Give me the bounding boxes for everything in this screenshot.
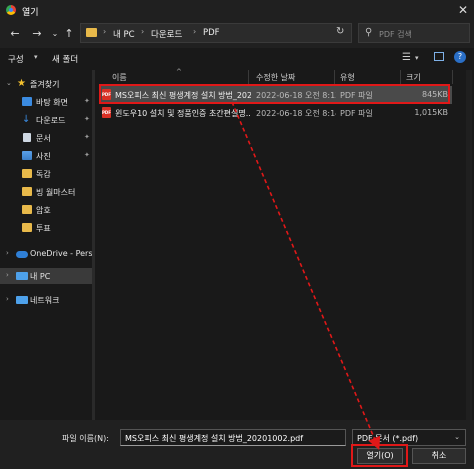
help-icon[interactable]: ? bbox=[454, 51, 466, 63]
search-icon: ⚲ bbox=[365, 27, 373, 38]
sidebar-item-folder[interactable]: 빙 월마스터 bbox=[0, 184, 92, 200]
sidebar-item-label: 문서 bbox=[36, 134, 51, 143]
column-header-type[interactable]: 유형 bbox=[340, 72, 355, 83]
filename-field[interactable]: MS오피스 최신 평생계정 설치 방법_20201002.pdf bbox=[120, 429, 346, 446]
column-divider[interactable] bbox=[334, 70, 335, 84]
title-bar: 열기 ✕ bbox=[0, 0, 474, 20]
pin-icon: ✦ bbox=[84, 151, 90, 159]
sidebar-item-label: 사진 bbox=[36, 152, 51, 161]
command-bar: 구성 ▾ 새 폴더 ☰ ▾ ? bbox=[0, 48, 474, 70]
filename-label: 파일 이름(N): bbox=[62, 434, 109, 443]
close-button[interactable]: ✕ bbox=[458, 3, 468, 17]
sidebar-item-pictures[interactable]: 사진 ✦ bbox=[0, 148, 92, 164]
sidebar-item-label: 바탕 화면 bbox=[36, 98, 68, 107]
expand-icon[interactable]: › bbox=[6, 271, 9, 279]
sidebar-item-this-pc[interactable]: › 내 PC bbox=[0, 268, 92, 284]
sort-ascending-icon: ^ bbox=[176, 68, 182, 76]
sidebar-item-label: 네트워크 bbox=[30, 296, 60, 305]
breadcrumb-pdf[interactable]: PDF bbox=[203, 28, 220, 38]
address-bar[interactable]: › 내 PC › 다운로드 › PDF ⌄ bbox=[80, 23, 408, 43]
column-header-name[interactable]: 이름 bbox=[112, 72, 127, 83]
sidebar-item-documents[interactable]: 문서 ✦ bbox=[0, 130, 92, 146]
sidebar-item-quick-access[interactable]: ⌄ ★ 즐겨찾기 bbox=[0, 76, 92, 92]
cloud-icon bbox=[16, 251, 28, 258]
sidebar-item-label: 독감 bbox=[36, 170, 51, 179]
new-folder-button[interactable]: 새 폴더 bbox=[52, 53, 78, 65]
pin-icon: ✦ bbox=[84, 97, 90, 105]
column-header-size[interactable]: 크기 bbox=[406, 72, 421, 83]
cancel-button[interactable]: 취소 bbox=[412, 448, 466, 464]
sidebar-item-folder[interactable]: 투표 bbox=[0, 220, 92, 236]
filename-value: MS오피스 최신 평생계정 설치 방법_20201002.pdf bbox=[125, 434, 304, 443]
file-row[interactable]: PDF 윈도우10 설치 및 정품인증 초간편설명... 2022-06-18 … bbox=[100, 104, 452, 122]
breadcrumb-separator: › bbox=[193, 27, 197, 36]
folder-icon bbox=[86, 28, 97, 37]
file-type: PDF 파일 bbox=[340, 109, 373, 118]
sidebar-item-desktop[interactable]: 바탕 화면 ✦ bbox=[0, 94, 92, 110]
sidebar-item-label: 빙 월마스터 bbox=[36, 188, 76, 197]
forward-button[interactable]: → bbox=[28, 25, 46, 43]
highlight-box-selected-file bbox=[99, 84, 450, 104]
search-box[interactable]: ⚲ PDF 검색 bbox=[358, 23, 470, 43]
sidebar-item-label: 투표 bbox=[36, 224, 51, 233]
file-list-scrollbar[interactable] bbox=[466, 70, 472, 420]
highlight-box-open-button bbox=[351, 444, 408, 467]
view-options-icon[interactable]: ☰ bbox=[402, 52, 411, 63]
breadcrumb-this-pc[interactable]: 내 PC bbox=[113, 28, 135, 40]
breadcrumb-separator: › bbox=[103, 27, 107, 36]
navigation-pane: ⌄ ★ 즐겨찾기 바탕 화면 ✦ ↓ 다운로드 ✦ 문서 ✦ 사진 ✦ 독감 빙… bbox=[0, 70, 94, 420]
column-divider[interactable] bbox=[400, 70, 401, 84]
folder-icon bbox=[22, 223, 32, 232]
column-divider[interactable] bbox=[452, 70, 453, 84]
pdf-file-icon: PDF bbox=[102, 107, 111, 118]
breadcrumb-downloads[interactable]: 다운로드 bbox=[151, 28, 182, 40]
search-placeholder: PDF 검색 bbox=[379, 30, 412, 39]
refresh-icon[interactable]: ↻ bbox=[336, 26, 344, 37]
expand-icon[interactable]: › bbox=[6, 249, 9, 257]
organize-button[interactable]: 구성 bbox=[8, 53, 24, 65]
sidebar-item-onedrive[interactable]: › OneDrive - Persona bbox=[0, 246, 92, 262]
sidebar-item-network[interactable]: › 네트워크 bbox=[0, 292, 92, 308]
file-date: 2022-06-18 오전 8:14 bbox=[256, 109, 336, 118]
desktop-icon bbox=[22, 97, 32, 106]
file-name: 윈도우10 설치 및 정품인증 초간편설명... bbox=[115, 109, 251, 118]
chevron-down-icon: ⌄ bbox=[454, 433, 460, 441]
file-size: 1,015KB bbox=[414, 108, 448, 117]
pin-icon: ✦ bbox=[84, 133, 90, 141]
picture-icon bbox=[22, 151, 32, 160]
sidebar-scrollbar[interactable] bbox=[92, 70, 95, 420]
chevron-down-icon[interactable]: ▾ bbox=[415, 54, 419, 62]
folder-icon bbox=[22, 169, 32, 178]
sidebar-item-label: 암호 bbox=[36, 206, 51, 215]
chrome-icon bbox=[6, 5, 16, 15]
sidebar-item-label: OneDrive - Persona bbox=[30, 249, 92, 258]
folder-icon bbox=[22, 187, 32, 196]
computer-icon bbox=[16, 272, 28, 280]
column-divider[interactable] bbox=[248, 70, 249, 84]
collapse-icon[interactable]: ⌄ bbox=[6, 79, 12, 87]
sidebar-item-label: 다운로드 bbox=[36, 116, 66, 125]
sidebar-item-label: 즐겨찾기 bbox=[30, 80, 60, 89]
pin-icon: ✦ bbox=[84, 115, 90, 123]
sidebar-item-folder[interactable]: 암호 bbox=[0, 202, 92, 218]
filter-value: PDF 문서 (*.pdf) bbox=[357, 434, 419, 443]
download-icon: ↓ bbox=[22, 114, 31, 125]
preview-pane-icon[interactable] bbox=[434, 52, 444, 61]
document-icon bbox=[23, 133, 31, 142]
breadcrumb-separator: › bbox=[141, 27, 145, 36]
chevron-down-icon: ▾ bbox=[34, 53, 38, 61]
file-list: 이름 ^ 수정한 날짜 유형 크기 PDF MS오피스 최신 평생계정 설치 방… bbox=[96, 68, 466, 420]
sidebar-item-downloads[interactable]: ↓ 다운로드 ✦ bbox=[0, 112, 92, 128]
folder-icon bbox=[22, 205, 32, 214]
sidebar-item-folder[interactable]: 독감 bbox=[0, 166, 92, 182]
up-button[interactable]: ↑ bbox=[60, 25, 78, 43]
window-title: 열기 bbox=[22, 8, 39, 18]
expand-icon[interactable]: › bbox=[6, 295, 9, 303]
star-icon: ★ bbox=[17, 78, 26, 89]
column-header-date[interactable]: 수정한 날짜 bbox=[256, 72, 295, 83]
sidebar-item-label: 내 PC bbox=[30, 272, 51, 281]
back-button[interactable]: ← bbox=[6, 25, 24, 43]
network-icon bbox=[16, 296, 28, 304]
